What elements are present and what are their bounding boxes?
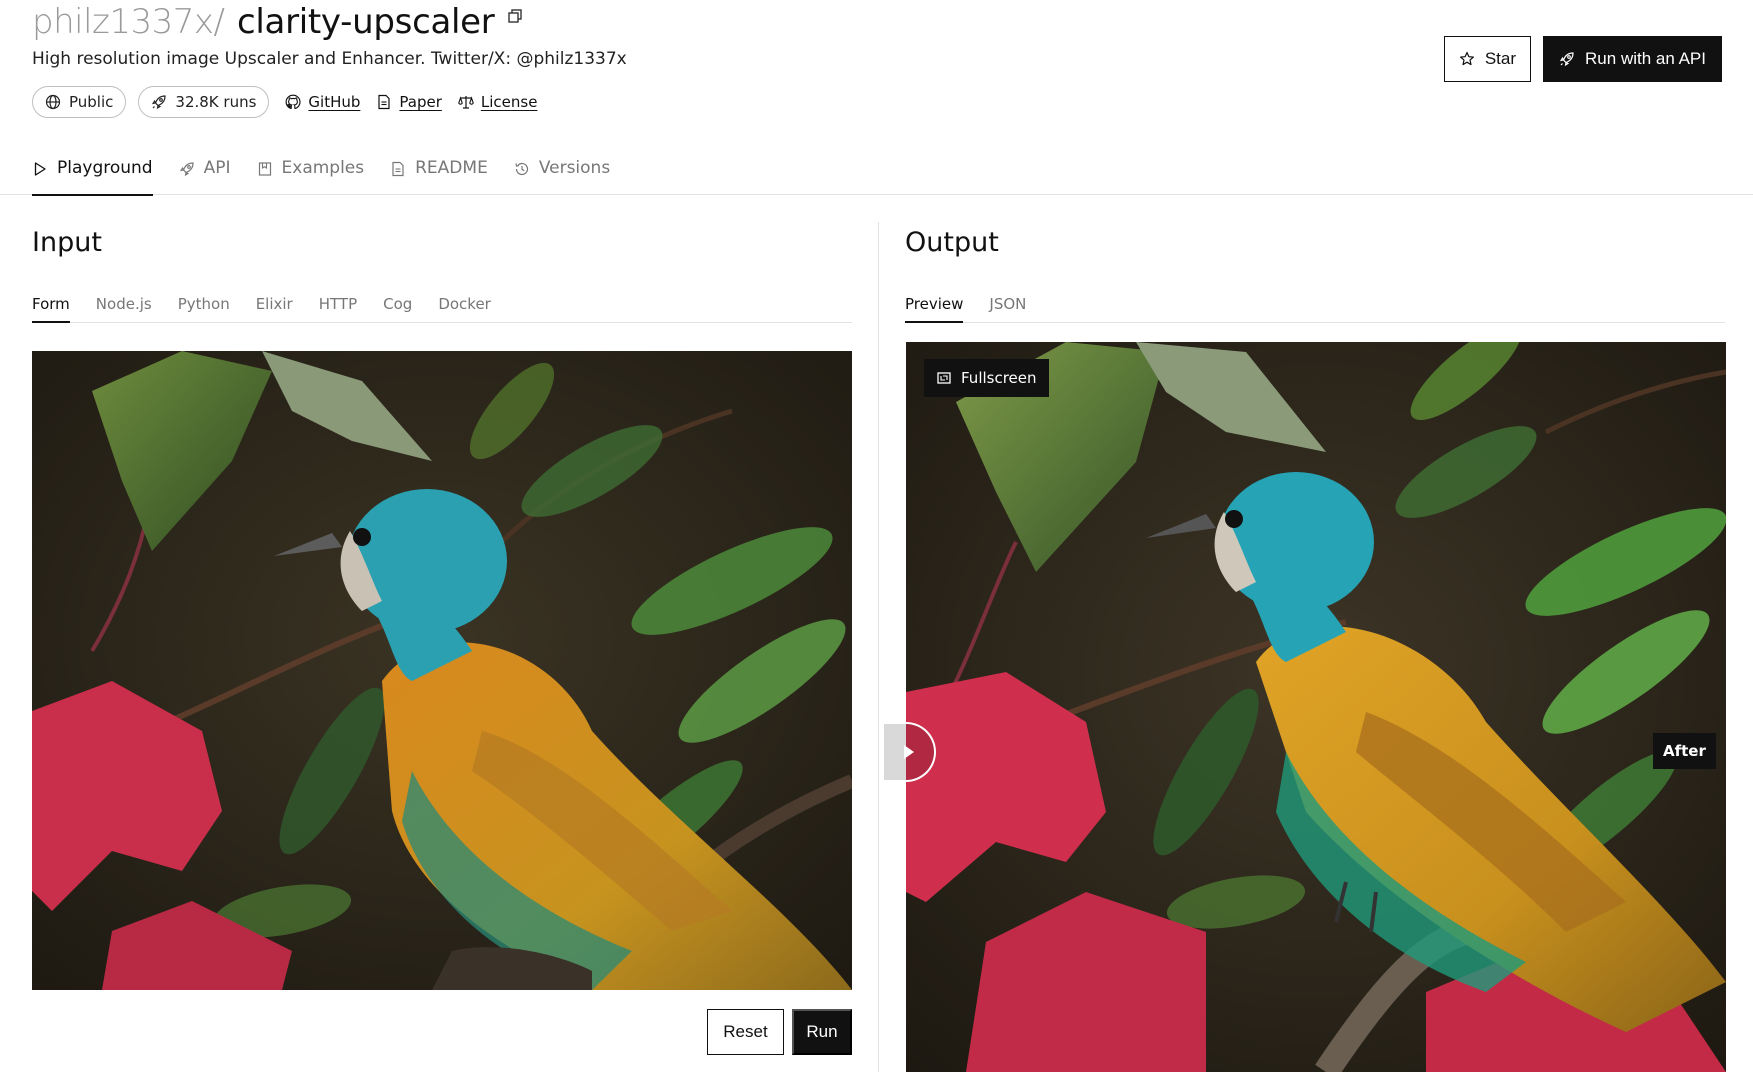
subtab-form[interactable]: Form — [32, 289, 70, 323]
runs-count: 32.8K runs — [175, 93, 257, 111]
play-icon — [32, 161, 48, 177]
panel-divider — [878, 222, 879, 1072]
document-icon — [390, 161, 406, 177]
tab-versions[interactable]: Versions — [514, 150, 610, 196]
github-link[interactable]: GitHub — [285, 93, 360, 111]
input-subtabs: Form Node.js Python Elixir HTTP Cog Dock… — [32, 289, 491, 323]
output-title: Output — [905, 227, 999, 258]
license-link[interactable]: License — [458, 93, 538, 111]
document-icon — [376, 94, 392, 110]
run-with-api-label: Run with an API — [1585, 49, 1706, 68]
owner-link[interactable]: philz1337x — [32, 2, 214, 42]
output-subtabs-divider — [905, 322, 1725, 323]
rocket-icon — [1559, 51, 1575, 67]
tab-playground-label: Playground — [57, 158, 153, 178]
subtab-nodejs[interactable]: Node.js — [96, 289, 152, 323]
reset-button[interactable]: Reset — [707, 1009, 784, 1055]
tab-api-label: API — [203, 158, 231, 178]
rocket-icon — [179, 161, 195, 177]
star-label: Star — [1484, 49, 1517, 68]
subtab-http[interactable]: HTTP — [319, 289, 357, 323]
fullscreen-button[interactable]: Fullscreen — [924, 359, 1049, 397]
title-separator: / — [213, 2, 225, 42]
play-icon — [904, 745, 914, 759]
history-icon — [514, 161, 530, 177]
visibility-badge: Public — [32, 86, 127, 118]
github-icon — [285, 94, 301, 110]
tab-versions-label: Versions — [538, 158, 611, 178]
tab-readme[interactable]: README — [390, 150, 488, 196]
subtab-json[interactable]: JSON — [989, 289, 1026, 323]
star-button[interactable]: Star — [1443, 36, 1532, 82]
run-with-api-button[interactable]: Run with an API — [1543, 36, 1722, 82]
license-label[interactable]: License — [481, 93, 538, 111]
model-name: clarity-upscaler — [237, 2, 495, 42]
subtab-python[interactable]: Python — [178, 289, 230, 323]
tab-examples-label: Examples — [281, 158, 365, 178]
after-badge: After — [1653, 733, 1716, 769]
github-label[interactable]: GitHub — [308, 93, 360, 111]
model-title: philz1337x / clarity-upscaler — [32, 2, 524, 42]
subtab-docker[interactable]: Docker — [438, 289, 491, 323]
tab-readme-label: README — [415, 158, 488, 178]
fullscreen-label: Fullscreen — [961, 369, 1037, 387]
meta-row: Public 32.8K runs GitHub Paper License — [32, 86, 537, 118]
bookmark-icon — [257, 161, 273, 177]
runs-badge: 32.8K runs — [138, 86, 270, 118]
model-header: philz1337x / clarity-upscaler High resol… — [32, 0, 1722, 130]
rocket-icon — [151, 94, 167, 110]
tab-api[interactable]: API — [179, 150, 231, 196]
input-image[interactable] — [32, 351, 852, 990]
subtab-cog[interactable]: Cog — [383, 289, 412, 323]
fullscreen-icon — [936, 370, 952, 386]
star-icon — [1459, 51, 1475, 67]
header-actions: Star Run with an API — [1443, 36, 1722, 82]
paper-link[interactable]: Paper — [376, 93, 442, 111]
output-subtabs: Preview JSON — [905, 289, 1026, 323]
model-tabs: Playground API Examples README Versions — [32, 150, 610, 196]
visibility-label: Public — [69, 93, 114, 111]
scale-icon — [458, 94, 474, 110]
paper-label[interactable]: Paper — [399, 93, 441, 111]
output-image-compare[interactable] — [906, 342, 1726, 1072]
subtab-elixir[interactable]: Elixir — [256, 289, 293, 323]
run-button[interactable]: Run — [792, 1009, 852, 1055]
tab-playground[interactable]: Playground — [32, 150, 153, 196]
copy-icon[interactable] — [508, 8, 524, 24]
model-description: High resolution image Upscaler and Enhan… — [32, 49, 627, 69]
tab-examples[interactable]: Examples — [257, 150, 365, 196]
input-title: Input — [32, 227, 102, 258]
globe-icon — [45, 94, 61, 110]
subtab-preview[interactable]: Preview — [905, 289, 964, 323]
